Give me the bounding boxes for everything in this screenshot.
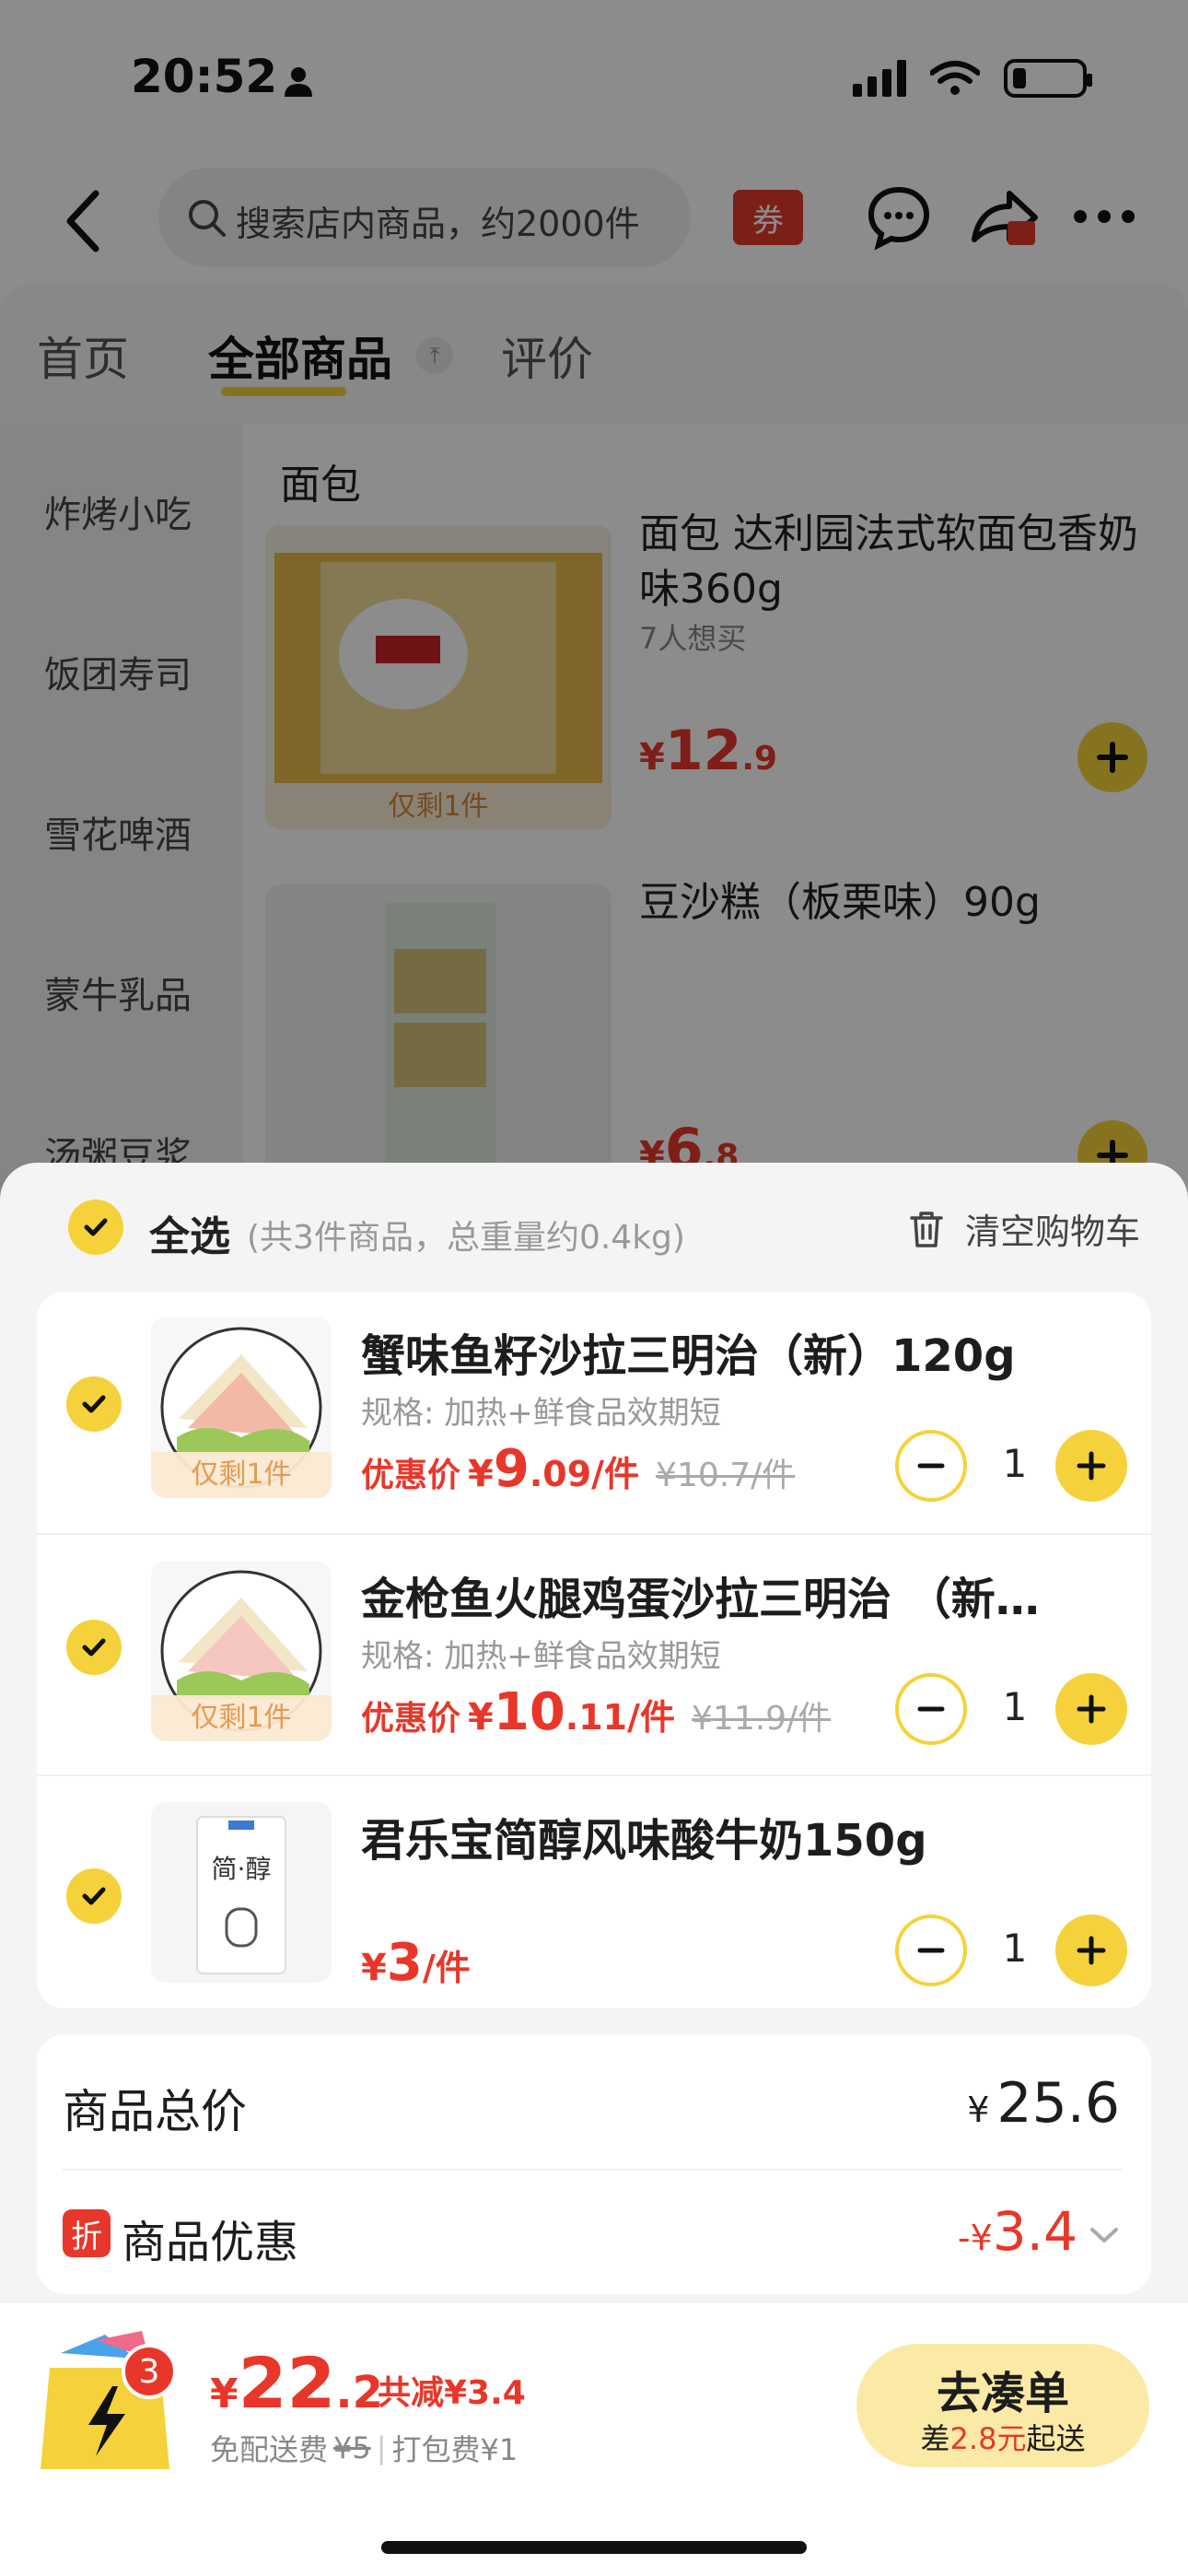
select-all-row: 全选 (共3件商品，总重量约0.4kg) 清空购物车	[0, 1163, 1188, 1292]
plus-icon	[1077, 1451, 1106, 1481]
clear-cart-label: 清空购物车	[964, 1212, 1140, 1252]
increase-button[interactable]	[1055, 1914, 1127, 1986]
clear-cart-button[interactable]: 清空购物车	[906, 1203, 1140, 1254]
cart-summary-text: (共3件商品，总重量约0.4kg)	[247, 1219, 685, 1257]
price-summary: 商品总价 ¥25.6 折 商品优惠 -¥3.4	[37, 2034, 1151, 2294]
quantity-stepper: 1	[895, 1914, 1135, 1988]
item-image[interactable]: 仅剩1件	[151, 1317, 332, 1498]
discount-value[interactable]: -¥3.4	[958, 2200, 1077, 2263]
item-price: 优惠价 ¥ 10 .11 /件 ¥11.9/件	[361, 1682, 832, 1742]
original-price: ¥10.7/件	[656, 1457, 796, 1494]
decrease-button[interactable]	[895, 1430, 967, 1502]
cart-items: 仅剩1件 蟹味鱼籽沙拉三明治（新）120g 规格: 加热+鲜食品效期短 优惠价 …	[37, 1292, 1151, 2008]
trash-icon	[910, 1211, 943, 1247]
item-price: ¥ 3 /件	[361, 1933, 471, 1993]
pay-price: ¥22.2	[210, 2342, 384, 2424]
saved-amount: 共减¥3.4	[378, 2374, 526, 2412]
chevron-down-icon[interactable]	[1089, 2224, 1120, 2246]
select-all-checkbox[interactable]	[68, 1200, 123, 1255]
total-value: ¥25.6	[967, 2071, 1120, 2136]
quantity-value: 1	[1002, 1684, 1028, 1729]
discount-tag: 折	[63, 2209, 111, 2257]
delivery-info: 免配送费 ¥5 | 打包费¥1	[210, 2430, 518, 2467]
original-price: ¥11.9/件	[692, 1700, 832, 1738]
cart-item: 简·醇 君乐宝简醇风味酸牛奶150g ¥ 3 /件 1	[37, 1774, 1151, 2008]
item-name[interactable]: 金枪鱼火腿鸡蛋沙拉三明治 （新…	[361, 1563, 1116, 1627]
stock-tag: 仅剩1件	[151, 1695, 332, 1741]
stock-tag: 仅剩1件	[151, 1452, 332, 1498]
minus-icon	[917, 1706, 945, 1712]
item-spec: 规格: 加热+鲜食品效期短	[361, 1638, 721, 1675]
svg-text:简·醇: 简·醇	[212, 1854, 272, 1884]
divider	[63, 2169, 1122, 2171]
minus-icon	[917, 1948, 945, 1953]
item-checkbox[interactable]	[66, 1868, 122, 1924]
select-all-label[interactable]: 全选	[149, 1203, 230, 1262]
item-name[interactable]: 蟹味鱼籽沙拉三明治（新）120g	[361, 1319, 1116, 1384]
cart-item: 仅剩1件 金枪鱼火腿鸡蛋沙拉三明治 （新… 规格: 加热+鲜食品效期短 优惠价 …	[37, 1533, 1151, 1774]
quantity-value: 1	[1002, 1441, 1028, 1486]
increase-button[interactable]	[1055, 1673, 1127, 1745]
quantity-stepper: 1	[895, 1673, 1135, 1747]
plus-icon	[1077, 1694, 1106, 1724]
cart-item: 仅剩1件 蟹味鱼籽沙拉三明治（新）120g 规格: 加热+鲜食品效期短 优惠价 …	[37, 1292, 1151, 1533]
quantity-stepper: 1	[895, 1430, 1135, 1504]
cart-count-badge: 3	[122, 2344, 177, 2399]
item-price: 优惠价 ¥ 9 .09 /件 ¥10.7/件	[361, 1439, 796, 1499]
plus-icon	[1077, 1936, 1106, 1965]
add-more-title: 去凑单	[936, 2368, 1069, 2419]
item-spec: 规格: 加热+鲜食品效期短	[361, 1395, 721, 1432]
item-name[interactable]: 君乐宝简醇风味酸牛奶150g	[361, 1804, 1116, 1868]
home-indicator	[381, 2541, 807, 2554]
discount-label[interactable]: 商品优惠	[122, 2206, 298, 2270]
checkout-bar: 3 ¥22.2 共减¥3.4 免配送费 ¥5 | 打包费¥1 去凑单 差2.8元…	[0, 2303, 1188, 2576]
price-label: 优惠价	[361, 1457, 461, 1494]
item-image[interactable]: 仅剩1件	[151, 1561, 332, 1741]
total-label: 商品总价	[63, 2085, 247, 2138]
item-checkbox[interactable]	[66, 1620, 122, 1675]
item-checkbox[interactable]	[66, 1376, 122, 1432]
min-order-gap: 差2.8元起送	[920, 2421, 1086, 2456]
decrease-button[interactable]	[895, 1673, 967, 1745]
increase-button[interactable]	[1055, 1430, 1127, 1502]
quantity-value: 1	[1002, 1926, 1028, 1971]
decrease-button[interactable]	[895, 1914, 967, 1986]
add-more-button[interactable]: 去凑单 差2.8元起送	[856, 2344, 1149, 2467]
price-label: 优惠价	[361, 1700, 461, 1738]
item-image[interactable]: 简·醇	[151, 1802, 332, 1983]
minus-icon	[917, 1463, 945, 1469]
